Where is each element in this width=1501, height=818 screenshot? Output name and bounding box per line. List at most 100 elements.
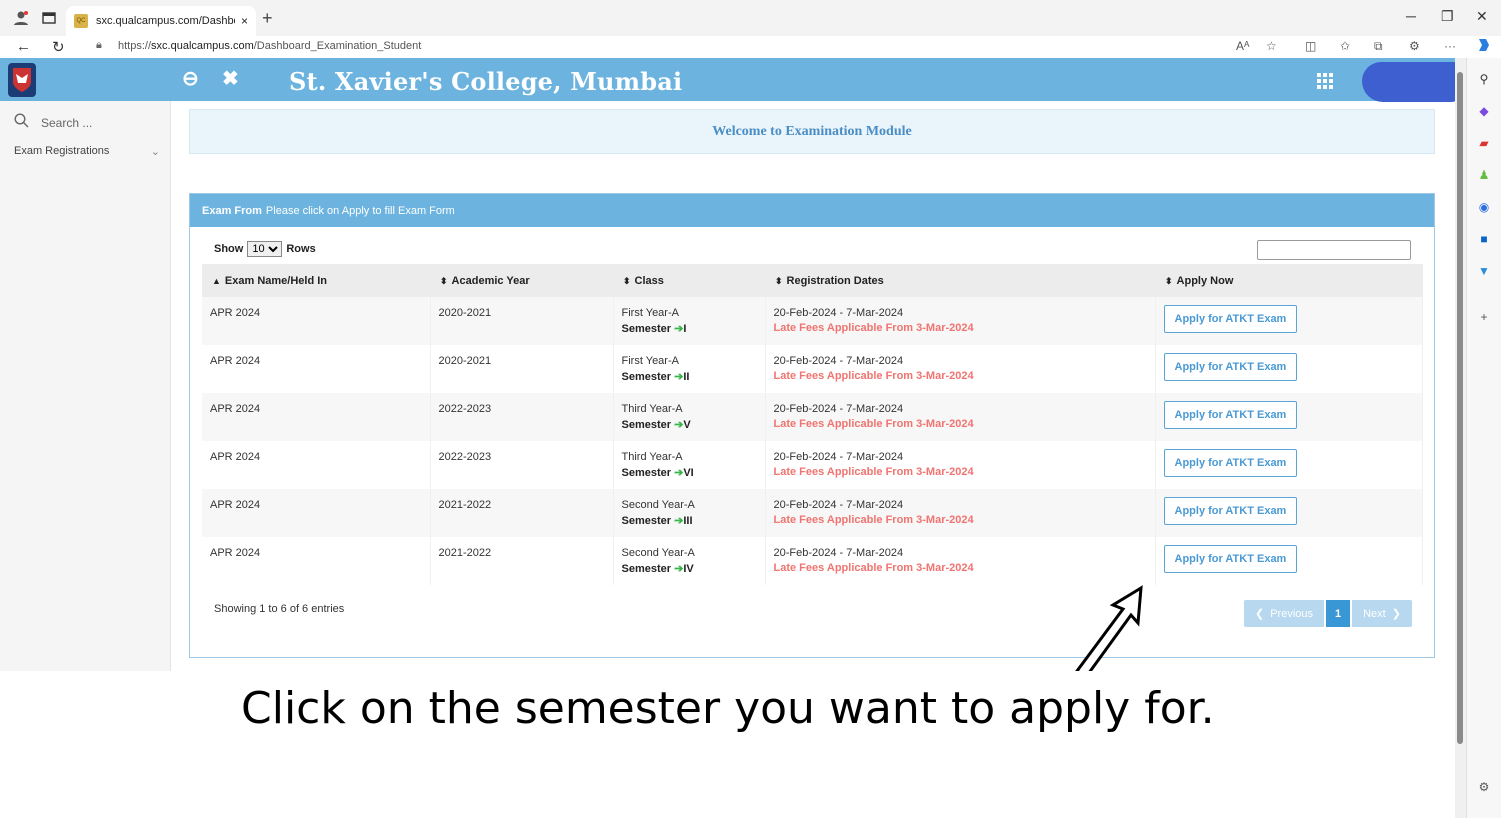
apply-atkt-button[interactable]: Apply for ATKT Exam <box>1163 401 1298 429</box>
site-info-icon[interactable]: 🔒︎ <box>96 39 102 52</box>
table-row: APR 2024 2022-2023 Third Year-A Semester … <box>202 393 1423 441</box>
panel-header: Exam From Please click on Apply to fill … <box>190 194 1434 227</box>
annotation-arrow-icon <box>1070 585 1150 683</box>
cell-exam: APR 2024 <box>202 345 431 393</box>
apply-atkt-button[interactable]: Apply for ATKT Exam <box>1163 305 1298 333</box>
college-title: St. Xavier's College, Mumbai <box>289 67 683 96</box>
previous-page-button[interactable]: ❮ Previous <box>1244 600 1324 627</box>
cell-class: Third Year-A Semester ➔V <box>613 393 766 441</box>
cell-apply: Apply for ATKT Exam <box>1155 297 1423 345</box>
semester-link[interactable]: Semester ➔III <box>622 514 765 527</box>
cell-dates: 20-Feb-2024 - 7-Mar-2024 Late Fees Applic… <box>765 297 1156 345</box>
semester-link[interactable]: Semester ➔VI <box>622 466 765 479</box>
favorites-icon[interactable]: ✩ <box>1340 39 1350 53</box>
edge-outlook-icon[interactable]: ■ <box>1477 232 1491 246</box>
search-icon <box>14 113 29 133</box>
edge-games-icon[interactable]: ♟ <box>1477 168 1491 182</box>
arrow-right-icon: ➔ <box>674 371 684 383</box>
apply-atkt-button[interactable]: Apply for ATKT Exam <box>1163 449 1298 477</box>
apply-atkt-button[interactable]: Apply for ATKT Exam <box>1163 545 1298 573</box>
cell-year: 2021-2022 <box>430 489 614 537</box>
edge-sidebar: ⚲ ◆ ▰ ♟ ◉ ■ ▼ + ⚙︎ <box>1466 58 1501 818</box>
rows-per-page: Show 10 Rows <box>214 241 316 257</box>
semester-link[interactable]: Semester ➔I <box>622 322 765 335</box>
col-class[interactable]: ⬍ Class <box>613 264 765 297</box>
copilot-icon[interactable] <box>1476 37 1492 56</box>
user-avatar[interactable] <box>1362 62 1466 102</box>
table-row: APR 2024 2021-2022 Second Year-A Semester… <box>202 537 1423 585</box>
welcome-banner: Welcome to Examination Module <box>189 109 1435 154</box>
late-fees-note: Late Fees Applicable From 3-Mar-2024 <box>773 562 974 574</box>
edge-search-icon[interactable]: ⚲ <box>1477 72 1491 86</box>
semester-link[interactable]: Semester ➔V <box>622 418 765 431</box>
collapse-menu-icon[interactable]: ⊖ <box>182 66 199 91</box>
show-label: Show <box>214 243 244 255</box>
sort-icon: ⬍ <box>623 275 631 286</box>
cell-year: 2020-2021 <box>430 345 614 393</box>
extensions-icon[interactable]: ⚙︎ <box>1409 39 1420 53</box>
tab-dashboard[interactable]: QC sxc.qualcampus.com/Dashboard_ × <box>66 6 256 36</box>
edge-tag-icon[interactable]: ◆ <box>1477 104 1491 118</box>
col-apply-now[interactable]: ⬍ Apply Now <box>1155 264 1423 297</box>
restore-icon[interactable]: ❐ <box>1441 8 1454 25</box>
more-icon[interactable]: ··· <box>1444 39 1456 53</box>
tab-actions-icon[interactable] <box>38 7 60 29</box>
arrow-right-icon: ➔ <box>674 515 684 527</box>
cell-year: 2020-2021 <box>430 297 614 345</box>
arrow-right-icon: ➔ <box>674 419 684 431</box>
entries-info: Showing 1 to 6 of 6 entries <box>214 603 345 615</box>
table-row: APR 2024 2022-2023 Third Year-A Semester … <box>202 441 1423 489</box>
caption-overlay: Click on the semester you want to apply … <box>14 671 1455 818</box>
cell-dates: 20-Feb-2024 - 7-Mar-2024 Late Fees Applic… <box>765 393 1156 441</box>
late-fees-note: Late Fees Applicable From 3-Mar-2024 <box>773 322 974 334</box>
sort-icon: ⬍ <box>775 275 783 286</box>
page-1-button[interactable]: 1 <box>1326 600 1350 627</box>
sidebar-search[interactable]: Search ... <box>14 113 92 133</box>
apply-atkt-button[interactable]: Apply for ATKT Exam <box>1163 497 1298 525</box>
split-screen-icon[interactable]: ◫ <box>1305 39 1316 53</box>
profile-icon[interactable] <box>10 7 32 29</box>
left-sidebar: Search ... Exam Registrations ⌄ <box>0 101 171 671</box>
instruction-caption: Click on the semester you want to apply … <box>241 683 1215 734</box>
exam-table: ▲ Exam Name/Held In ⬍ Academic Year ⬍ Class… <box>202 264 1423 585</box>
edge-settings-icon[interactable]: ⚙︎ <box>1477 780 1491 794</box>
col-exam-name[interactable]: ▲ Exam Name/Held In <box>202 264 430 297</box>
cell-apply: Apply for ATKT Exam <box>1155 345 1423 393</box>
next-page-button[interactable]: Next ❯ <box>1352 600 1412 627</box>
cell-apply: Apply for ATKT Exam <box>1155 489 1423 537</box>
scrollbar-thumb[interactable] <box>1457 72 1463 744</box>
edge-toolbox-icon[interactable]: ▰ <box>1477 136 1491 150</box>
welcome-text: Welcome to Examination Module <box>712 123 912 139</box>
semester-link[interactable]: Semester ➔II <box>622 370 765 383</box>
semester-link[interactable]: Semester ➔IV <box>622 562 765 575</box>
fullscreen-icon[interactable]: ✖ <box>222 66 239 91</box>
edge-shopping-icon[interactable]: ▼ <box>1477 264 1491 278</box>
qualcampus-favicon-icon: QC <box>74 14 88 28</box>
apply-atkt-button[interactable]: Apply for ATKT Exam <box>1163 353 1298 381</box>
close-window-icon[interactable]: ✕ <box>1476 8 1488 25</box>
new-tab-icon[interactable]: + <box>262 8 273 29</box>
sidebar-item-exam-registrations[interactable]: Exam Registrations ⌄ <box>14 145 160 158</box>
rows-select[interactable]: 10 <box>247 241 283 257</box>
sort-asc-icon: ▲ <box>212 275 221 286</box>
edge-office-icon[interactable]: ◉ <box>1477 200 1491 214</box>
collections-icon[interactable]: ⧉ <box>1374 39 1383 54</box>
cell-class: First Year-A Semester ➔II <box>613 345 766 393</box>
favorite-star-icon[interactable]: ☆ <box>1266 39 1277 53</box>
college-logo[interactable] <box>8 63 36 97</box>
apps-grid-icon[interactable] <box>1316 72 1334 95</box>
address-bar-row: ← ↻ 🔒︎ https://sxc.qualcampus.com/Dashbo… <box>0 36 1501 58</box>
url-path: /Dashboard_Examination_Student <box>253 40 422 52</box>
read-aloud-icon[interactable]: Aᴬ <box>1236 39 1249 53</box>
edge-add-icon[interactable]: + <box>1477 310 1491 324</box>
late-fees-note: Late Fees Applicable From 3-Mar-2024 <box>773 514 974 526</box>
table-search-input[interactable] <box>1257 240 1411 260</box>
tab-close-icon[interactable]: × <box>241 14 248 28</box>
col-registration-dates[interactable]: ⬍ Registration Dates <box>765 264 1155 297</box>
minimize-icon[interactable]: ─ <box>1406 8 1416 24</box>
page-scrollbar[interactable] <box>1455 58 1466 818</box>
col-academic-year[interactable]: ⬍ Academic Year <box>430 264 613 297</box>
back-icon[interactable]: ← <box>16 38 31 55</box>
url-field[interactable]: https://sxc.qualcampus.com/Dashboard_Exa… <box>118 40 421 52</box>
refresh-icon[interactable]: ↻ <box>52 38 65 56</box>
